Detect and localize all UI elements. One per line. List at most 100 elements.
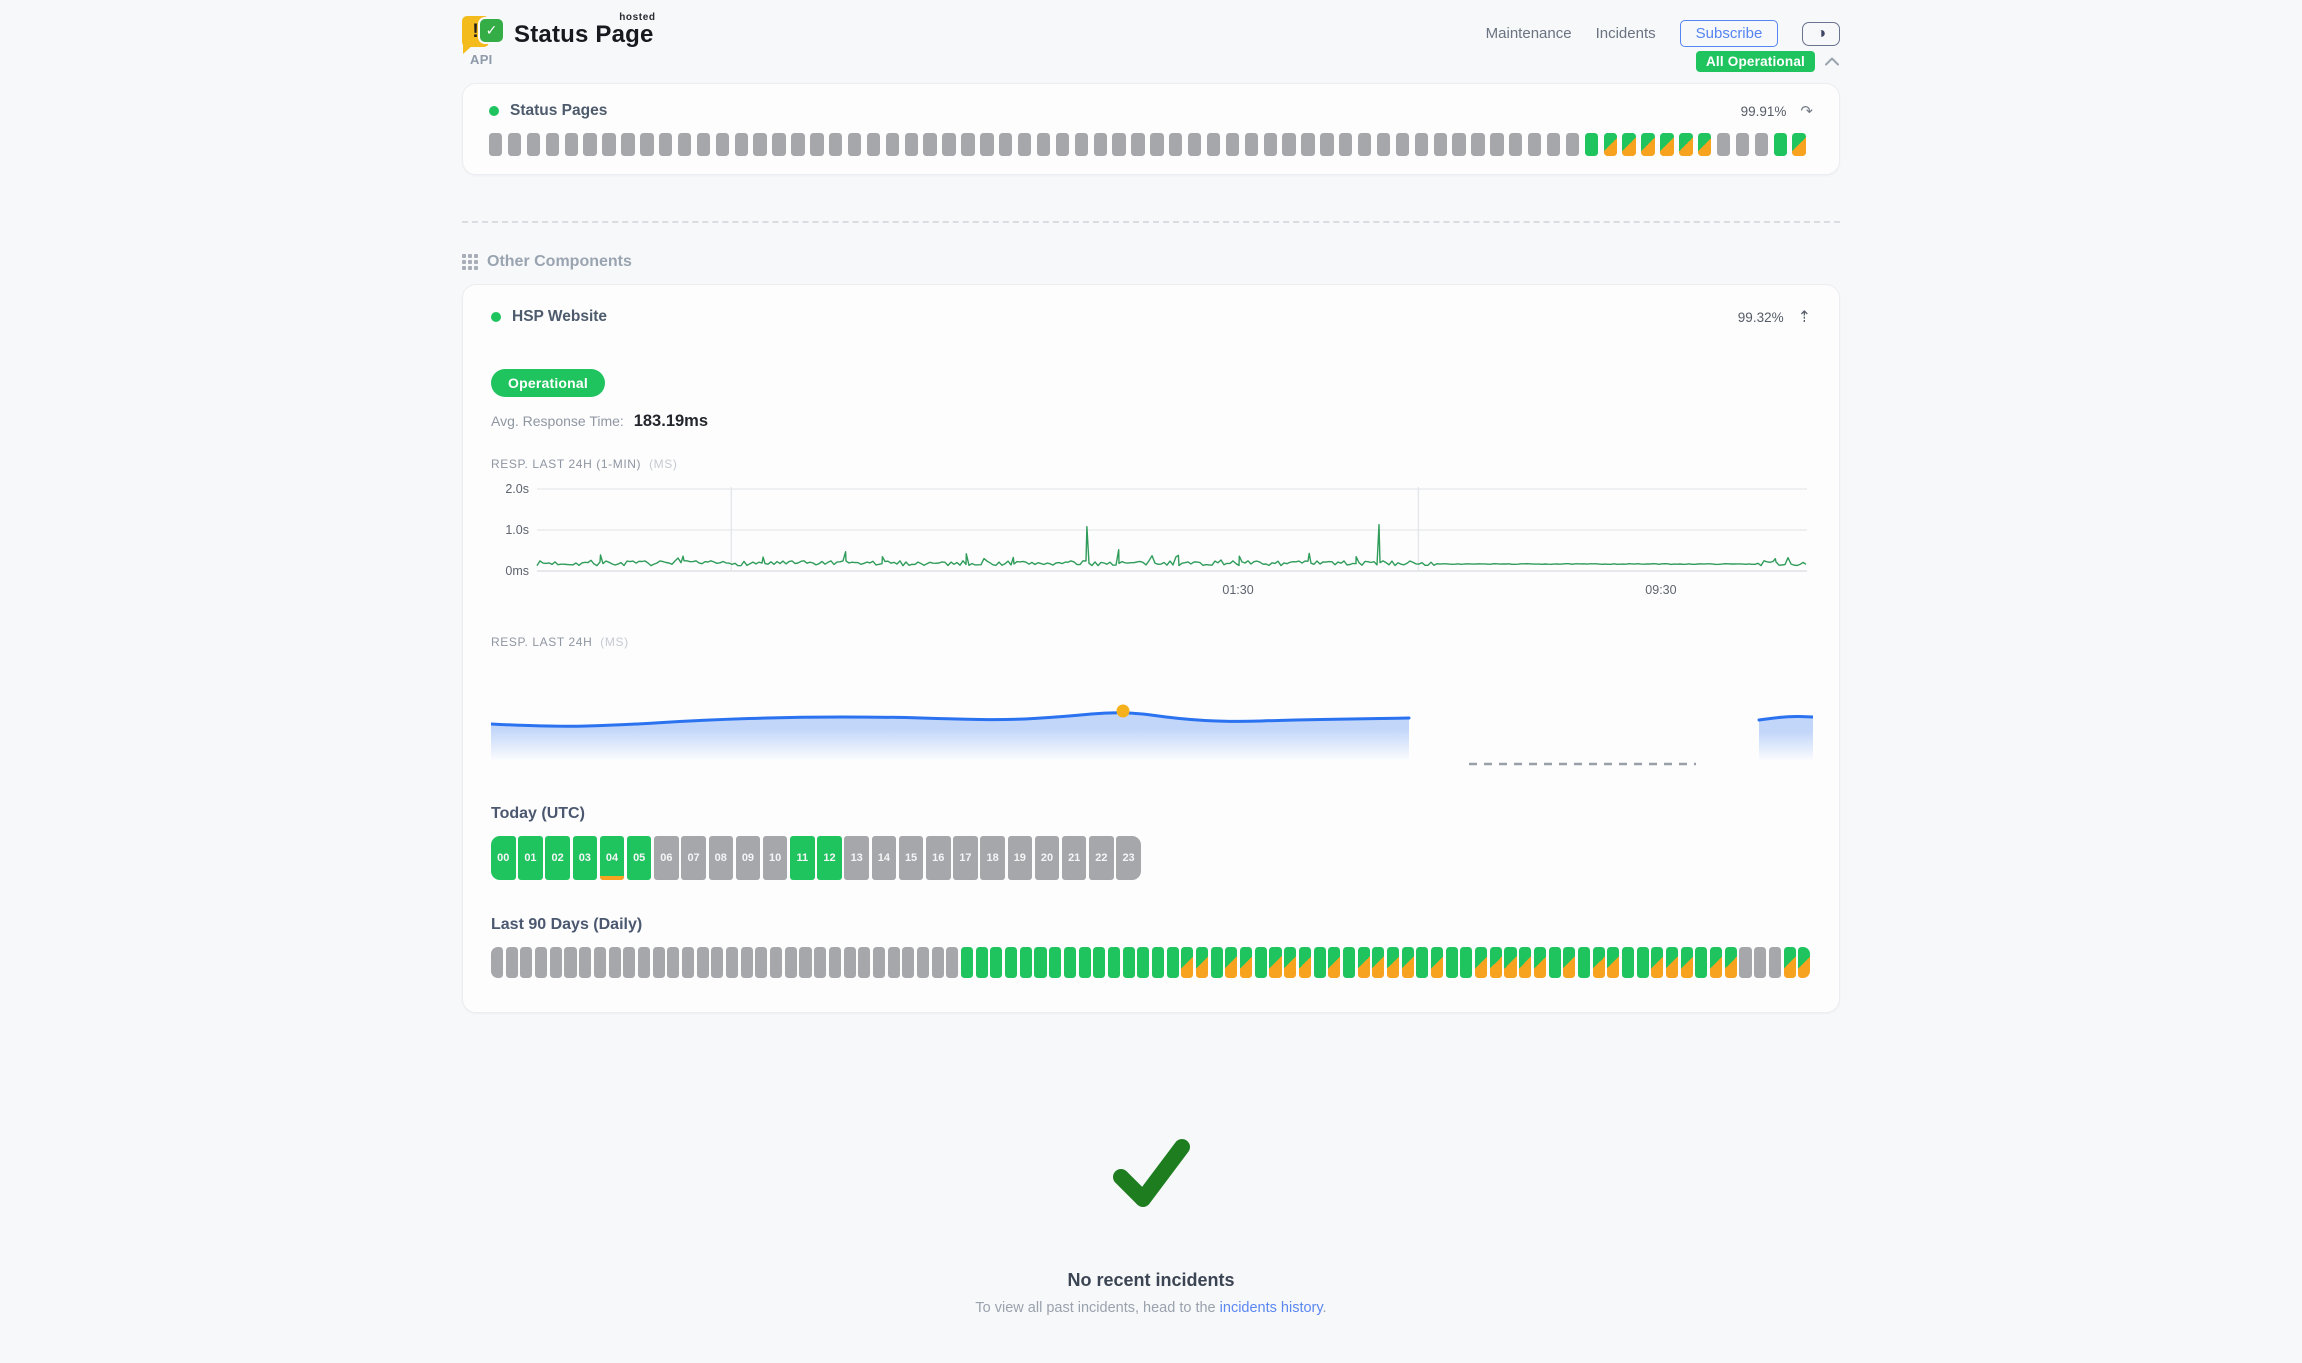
uptime-bar[interactable] [848,133,861,156]
hour-block-09[interactable]: 09 [736,836,761,880]
uptime-bar[interactable] [1056,133,1069,156]
uptime-bar[interactable] [1695,947,1707,978]
uptime-bar[interactable] [579,947,591,978]
uptime-bar[interactable] [932,947,944,978]
uptime-bar[interactable] [961,133,974,156]
hour-block-18[interactable]: 18 [980,836,1005,880]
uptime-bar[interactable] [1240,947,1252,978]
uptime-bar[interactable] [667,947,679,978]
uptime-bar[interactable] [858,947,870,978]
hour-block-21[interactable]: 21 [1062,836,1087,880]
uptime-bar[interactable] [1226,133,1239,156]
uptime-bar[interactable] [791,133,804,156]
uptime-bar[interactable] [1490,133,1503,156]
uptime-bar[interactable] [1269,947,1281,978]
uptime-bar[interactable] [1245,133,1258,156]
uptime-bar[interactable] [506,947,518,978]
uptime-bar[interactable] [1112,133,1125,156]
uptime-bar[interactable] [1020,947,1032,978]
uptime-bar[interactable] [1314,947,1326,978]
uptime-bar[interactable] [961,947,973,978]
uptime-bar[interactable] [1446,947,1458,978]
uptime-bar[interactable] [946,947,958,978]
hour-block-13[interactable]: 13 [844,836,869,880]
uptime-bar[interactable] [535,947,547,978]
uptime-bar[interactable] [1037,133,1050,156]
uptime-bar[interactable] [1528,133,1541,156]
uptime-bar[interactable] [1593,947,1605,978]
uptime-bar[interactable] [1739,947,1751,978]
uptime-bar[interactable] [886,133,899,156]
uptime-bar[interactable] [1005,947,1017,978]
uptime-bar[interactable] [1377,133,1390,156]
uptime-bar[interactable] [546,133,559,156]
hour-block-15[interactable]: 15 [899,836,924,880]
uptime-bar[interactable] [888,947,900,978]
hour-block-14[interactable]: 14 [872,836,897,880]
hour-block-12[interactable]: 12 [817,836,842,880]
uptime-bar[interactable] [697,947,709,978]
hour-block-08[interactable]: 08 [709,836,734,880]
uptime-bar[interactable] [810,133,823,156]
uptime-bar[interactable] [1075,133,1088,156]
uptime-bar[interactable] [1736,133,1749,156]
hour-block-07[interactable]: 07 [681,836,706,880]
uptime-bar[interactable] [1452,133,1465,156]
hour-block-05[interactable]: 05 [627,836,652,880]
uptime-bar[interactable] [1343,947,1355,978]
uptime-bar[interactable] [1018,133,1031,156]
uptime-bar[interactable] [753,133,766,156]
uptime-bar[interactable] [1784,947,1796,978]
uptime-bar[interactable] [1358,133,1371,156]
incidents-history-link[interactable]: incidents history [1220,1300,1323,1316]
uptime-bar[interactable] [1549,947,1561,978]
uptime-bar[interactable] [1079,947,1091,978]
uptime-bar[interactable] [659,133,672,156]
uptime-bar[interactable] [867,133,880,156]
hour-block-03[interactable]: 03 [573,836,598,880]
uptime-bar[interactable] [1534,947,1546,978]
uptime-bar[interactable] [726,947,738,978]
uptime-bar[interactable] [814,947,826,978]
uptime-bar[interactable] [489,133,502,156]
hour-block-22[interactable]: 22 [1089,836,1114,880]
uptime-bar[interactable] [1093,947,1105,978]
uptime-bar[interactable] [716,133,729,156]
chart-marker-dot[interactable] [1117,705,1130,718]
uptime-bar[interactable] [1710,947,1722,978]
subscribe-button[interactable]: Subscribe [1680,20,1779,47]
uptime-bar[interactable] [1339,133,1352,156]
uptime-bar[interactable] [1152,947,1164,978]
hour-block-04[interactable]: 04 [600,836,625,880]
uptime-bar[interactable] [682,947,694,978]
refresh-icon[interactable]: ↷ [1800,102,1813,120]
trend-up-icon[interactable]: ⇡ [1798,307,1811,327]
uptime-bar[interactable] [1563,947,1575,978]
uptime-bar[interactable] [1637,947,1649,978]
uptime-bar[interactable] [1431,947,1443,978]
uptime-bar[interactable] [1460,947,1472,978]
uptime-bar[interactable] [1358,947,1370,978]
uptime-bar[interactable] [1774,133,1787,156]
last90-bar-row[interactable] [491,947,1811,978]
hour-block-20[interactable]: 20 [1035,836,1060,880]
uptime-bar[interactable] [1604,133,1617,156]
uptime-bar[interactable] [1434,133,1447,156]
uptime-bar[interactable] [755,947,767,978]
uptime-bar[interactable] [1660,133,1673,156]
uptime-bar[interactable] [999,133,1012,156]
uptime-bar[interactable] [735,133,748,156]
uptime-bar[interactable] [799,947,811,978]
uptime-bar[interactable] [772,133,785,156]
uptime-bar[interactable] [1181,947,1193,978]
hour-block-00[interactable]: 00 [491,836,516,880]
uptime-bar[interactable] [1416,947,1428,978]
uptime-bar[interactable] [1299,947,1311,978]
uptime-bar[interactable] [711,947,723,978]
uptime-bar[interactable] [976,947,988,978]
uptime-bar[interactable] [905,133,918,156]
uptime-bar[interactable] [1798,947,1810,978]
uptime-bar[interactable] [1754,947,1766,978]
uptime-bar-row[interactable] [489,133,1813,156]
uptime-bar[interactable] [1188,133,1201,156]
